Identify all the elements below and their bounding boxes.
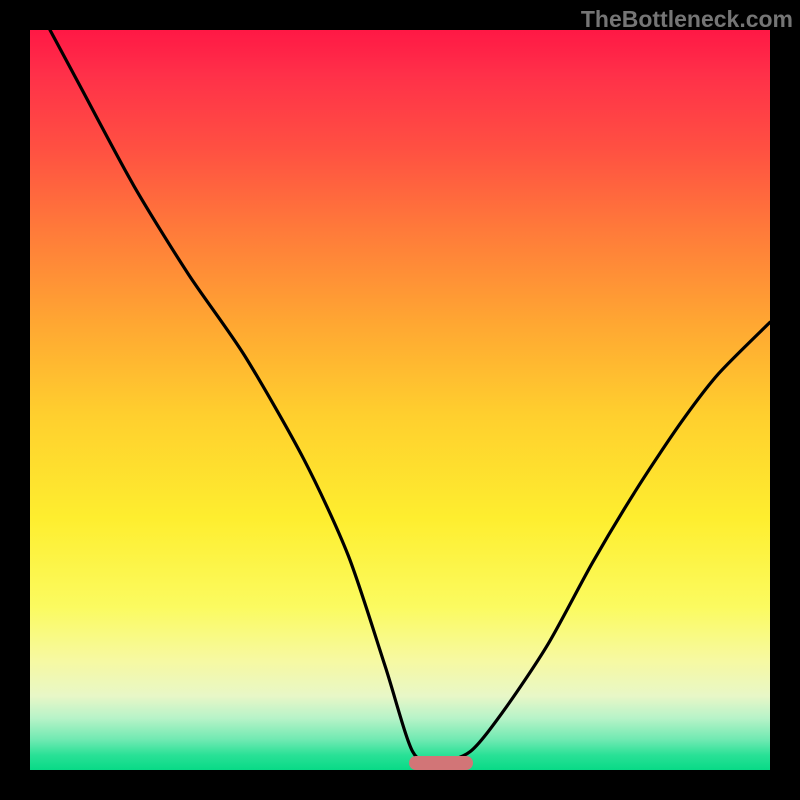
bottleneck-marker bbox=[409, 756, 473, 770]
watermark-label: TheBottleneck.com bbox=[581, 6, 793, 33]
bottleneck-curve bbox=[30, 30, 770, 770]
plot-area bbox=[30, 30, 770, 770]
chart-container: TheBottleneck.com bbox=[0, 0, 800, 800]
